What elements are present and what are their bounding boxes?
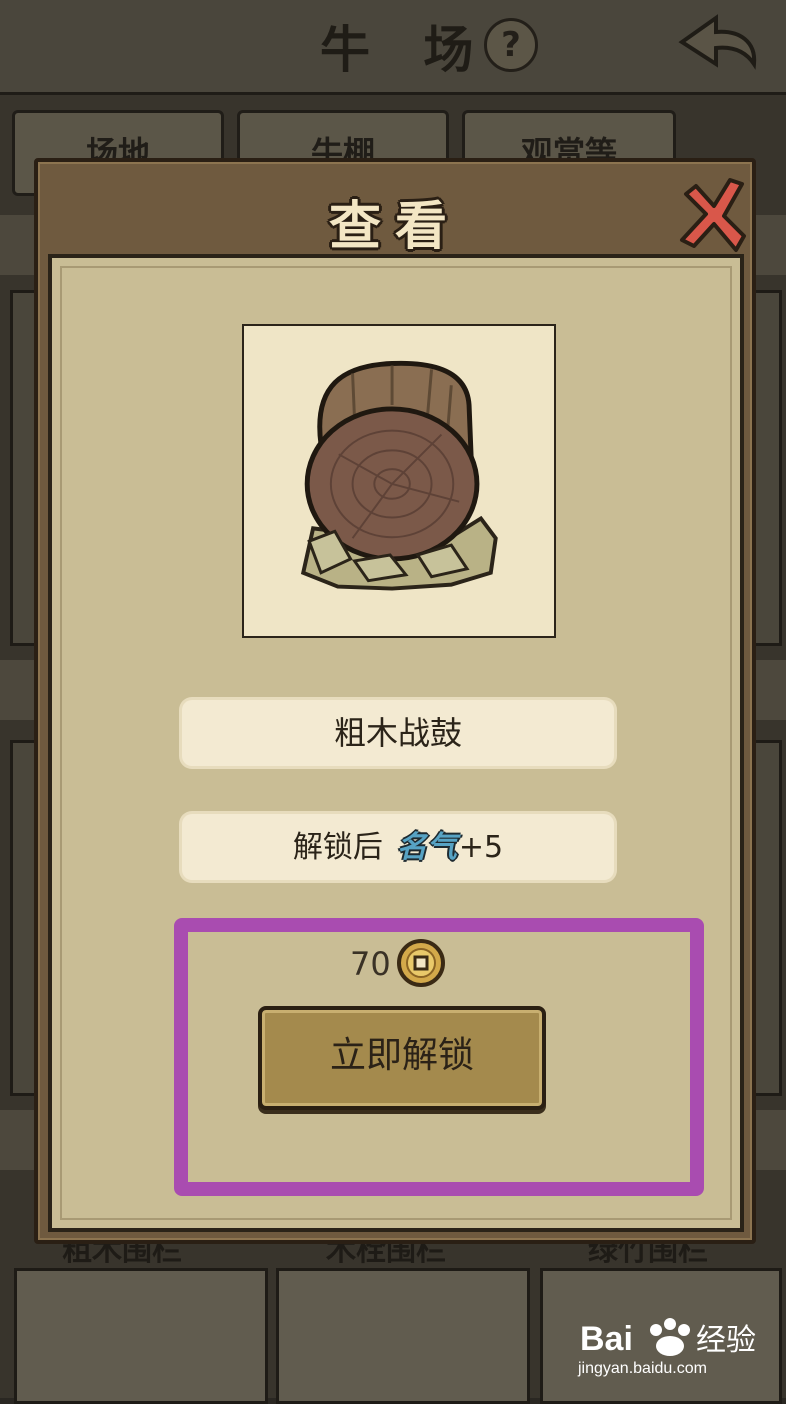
fame-stat: 名气 [396, 829, 457, 865]
header-bar: 牛 场 ? [0, 0, 786, 95]
unlock-bonus: 解锁后 名气+5 [182, 814, 614, 880]
unlock-button[interactable]: 立即解锁 [258, 1006, 546, 1110]
item-card[interactable] [752, 740, 782, 1096]
coin-icon [397, 939, 445, 987]
svg-text:Bai: Bai [580, 1320, 633, 1358]
item-name: 粗木战鼓 [182, 700, 614, 766]
watermark-url: jingyan.baidu.com [578, 1360, 707, 1377]
price-value: 70 [350, 945, 391, 983]
fence-card[interactable] [14, 1268, 268, 1404]
bonus-value: +5 [458, 829, 504, 865]
wooden-drum-icon [300, 360, 498, 591]
back-arrow-icon[interactable] [676, 12, 762, 72]
dialog-title: 查看 [328, 197, 461, 257]
dialog-panel: 粗木战鼓 解锁后 名气+5 70 立即解锁 [48, 254, 744, 1232]
close-icon[interactable] [672, 174, 748, 254]
fence-card[interactable] [276, 1268, 530, 1404]
svg-text:经验: 经验 [696, 1323, 756, 1358]
page-title: 牛 场 [320, 21, 492, 79]
item-card[interactable] [752, 290, 782, 646]
bonus-prefix: 解锁后 [292, 829, 383, 865]
view-dialog: 查看 粗木战鼓 解锁后 名气+5 70 立即解锁 [34, 158, 756, 1244]
item-preview [242, 324, 556, 638]
help-icon[interactable]: ? [484, 18, 538, 72]
